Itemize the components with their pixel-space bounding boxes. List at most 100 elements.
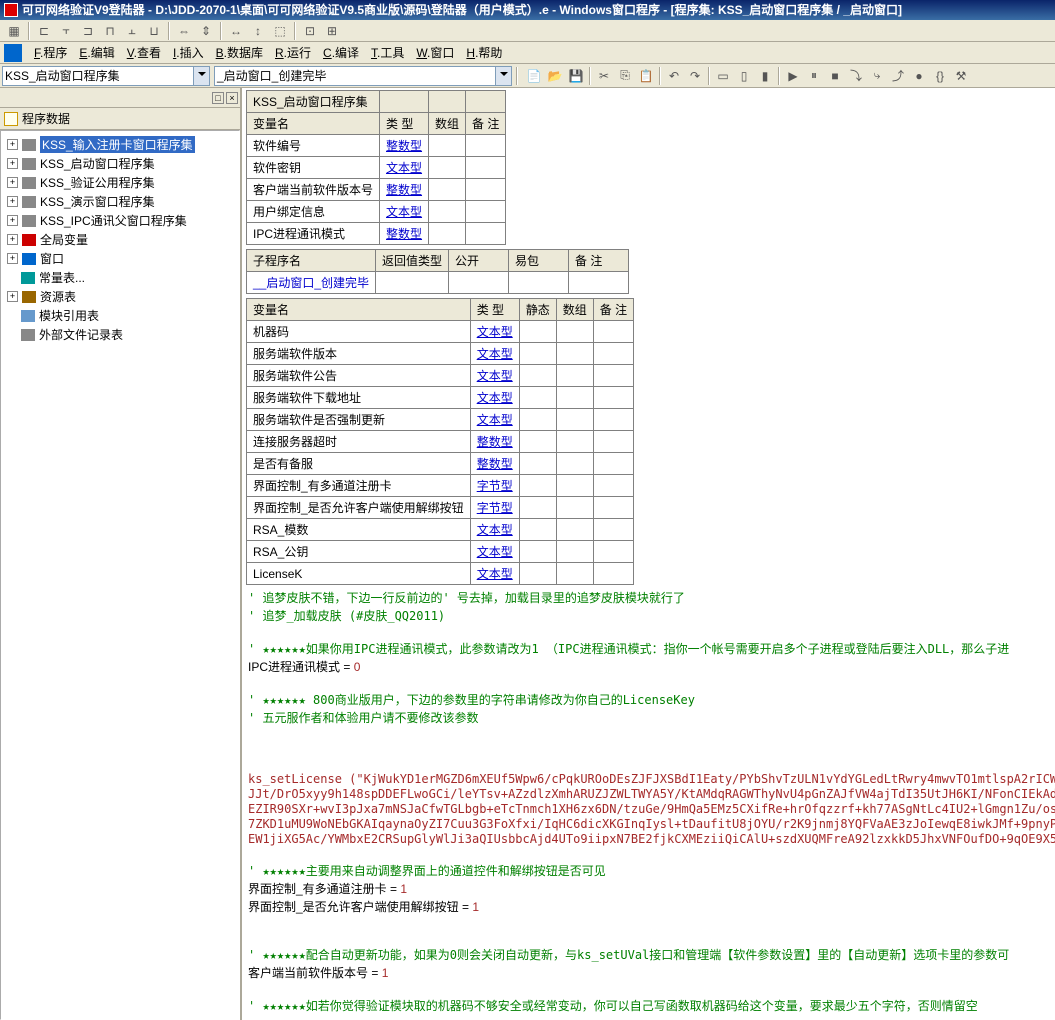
type-link[interactable]: 文本型: [477, 347, 513, 361]
run-icon[interactable]: ▶: [783, 67, 803, 85]
sub-combo[interactable]: _启动窗口_创建完毕: [214, 66, 512, 86]
expand-icon[interactable]: +: [7, 177, 18, 188]
expand-icon[interactable]: +: [7, 291, 18, 302]
align-left-icon[interactable]: ⊏: [34, 22, 54, 40]
tree-node[interactable]: +全局变量: [3, 230, 237, 249]
table-row[interactable]: IPC进程通讯模式整数型: [247, 223, 506, 245]
table-row[interactable]: 客户端当前软件版本号整数型: [247, 179, 506, 201]
chevron-down-icon[interactable]: [495, 67, 511, 85]
type-link[interactable]: 文本型: [477, 413, 513, 427]
table-row[interactable]: 服务端软件是否强制更新文本型: [247, 409, 634, 431]
step-over-icon[interactable]: ⤵: [846, 67, 866, 85]
tree-node[interactable]: +窗口: [3, 249, 237, 268]
code-editor[interactable]: KSS_启动窗口程序集变量名类 型数组备 注软件编号整数型软件密钥文本型客户端当…: [242, 88, 1055, 1020]
dist-h-icon[interactable]: ⇔: [174, 22, 194, 40]
table-row[interactable]: __启动窗口_创建完毕: [247, 272, 629, 294]
type-link[interactable]: 文本型: [477, 325, 513, 339]
expand-icon[interactable]: +: [7, 196, 18, 207]
menu-C.编译[interactable]: C.编译: [317, 44, 365, 62]
align-bottom-icon[interactable]: ⊔: [144, 22, 164, 40]
table-row[interactable]: 软件密钥文本型: [247, 157, 506, 179]
window-3-icon[interactable]: ▮: [755, 67, 775, 85]
tree-node[interactable]: +资源表: [3, 287, 237, 306]
menu-V.查看[interactable]: V.查看: [121, 44, 167, 62]
save-icon[interactable]: 💾: [566, 67, 586, 85]
chevron-down-icon[interactable]: [193, 67, 209, 85]
dist-v-icon[interactable]: ⇕: [196, 22, 216, 40]
tree-node[interactable]: 模块引用表: [3, 306, 237, 325]
table-row[interactable]: 连接服务器超时整数型: [247, 431, 634, 453]
open-icon[interactable]: 📂: [545, 67, 565, 85]
type-link[interactable]: 文本型: [477, 545, 513, 559]
table-row[interactable]: LicenseK文本型: [247, 563, 634, 585]
step-into-icon[interactable]: ⤷: [867, 67, 887, 85]
panel-pin-icon[interactable]: □: [212, 92, 224, 104]
tree-node[interactable]: +KSS_演示窗口程序集: [3, 192, 237, 211]
menu-F.程序[interactable]: F.程序: [28, 44, 73, 62]
undo-icon[interactable]: ↶: [664, 67, 684, 85]
table-row[interactable]: RSA_模数文本型: [247, 519, 634, 541]
expand-icon[interactable]: +: [7, 215, 18, 226]
assembly-combo[interactable]: KSS_启动窗口程序集: [2, 66, 210, 86]
panel-close-icon[interactable]: ×: [226, 92, 238, 104]
step-out-icon[interactable]: ⤴: [888, 67, 908, 85]
tree-node[interactable]: 常量表...: [3, 268, 237, 287]
expand-icon[interactable]: +: [7, 139, 18, 150]
table-row[interactable]: 服务端软件版本文本型: [247, 343, 634, 365]
type-link[interactable]: 文本型: [477, 369, 513, 383]
stop-icon[interactable]: ■: [825, 67, 845, 85]
new-icon[interactable]: 📄: [524, 67, 544, 85]
type-link[interactable]: 整数型: [386, 183, 422, 197]
tree-node[interactable]: 外部文件记录表: [3, 325, 237, 344]
align-top-icon[interactable]: ⊓: [100, 22, 120, 40]
window-1-icon[interactable]: ▭: [713, 67, 733, 85]
same-w-icon[interactable]: ↔: [226, 22, 246, 40]
layout-btn-1[interactable]: ▦: [4, 22, 24, 40]
table-row[interactable]: 是否有备服整数型: [247, 453, 634, 475]
expand-icon[interactable]: +: [7, 158, 18, 169]
same-h-icon[interactable]: ↕: [248, 22, 268, 40]
tree-node[interactable]: +KSS_输入注册卡窗口程序集: [3, 135, 237, 154]
menu-H.帮助[interactable]: H.帮助: [460, 44, 508, 62]
table-row[interactable]: 服务端软件公告文本型: [247, 365, 634, 387]
project-tree[interactable]: +KSS_输入注册卡窗口程序集+KSS_启动窗口程序集+KSS_验证公用程序集+…: [0, 130, 240, 1020]
tree-node[interactable]: +KSS_验证公用程序集: [3, 173, 237, 192]
align-center-v-icon[interactable]: ⫠: [122, 22, 142, 40]
menu-T.工具[interactable]: T.工具: [365, 44, 410, 62]
type-link[interactable]: 整数型: [477, 435, 513, 449]
table-row[interactable]: 界面控制_是否允许客户端使用解绑按钮字节型: [247, 497, 634, 519]
type-link[interactable]: 整数型: [386, 227, 422, 241]
type-link[interactable]: 字节型: [477, 479, 513, 493]
paste-icon[interactable]: 📋: [636, 67, 656, 85]
type-link[interactable]: 文本型: [386, 161, 422, 175]
window-2-icon[interactable]: ▯: [734, 67, 754, 85]
menu-E.编辑[interactable]: E.编辑: [73, 44, 120, 62]
braces-icon[interactable]: {}: [930, 67, 950, 85]
type-link[interactable]: 整数型: [477, 457, 513, 471]
center-h-icon[interactable]: ⊡: [300, 22, 320, 40]
type-link[interactable]: 文本型: [386, 205, 422, 219]
same-size-icon[interactable]: ⬚: [270, 22, 290, 40]
type-link[interactable]: 文本型: [477, 523, 513, 537]
table-row[interactable]: 用户绑定信息文本型: [247, 201, 506, 223]
sub-link[interactable]: __启动窗口_创建完毕: [253, 276, 369, 290]
cut-icon[interactable]: ✂: [594, 67, 614, 85]
align-center-h-icon[interactable]: ⫟: [56, 22, 76, 40]
type-link[interactable]: 文本型: [477, 567, 513, 581]
menu-B.数据库[interactable]: B.数据库: [210, 44, 269, 62]
expand-icon[interactable]: +: [7, 253, 18, 264]
pause-icon[interactable]: ⏸: [804, 67, 824, 85]
menu-W.窗口[interactable]: W.窗口: [410, 44, 460, 62]
copy-icon[interactable]: ⎘: [615, 67, 635, 85]
table-row[interactable]: 软件编号整数型: [247, 135, 506, 157]
center-v-icon[interactable]: ⊞: [322, 22, 342, 40]
tree-node[interactable]: +KSS_IPC通讯父窗口程序集: [3, 211, 237, 230]
table-row[interactable]: 服务端软件下载地址文本型: [247, 387, 634, 409]
table-row[interactable]: 界面控制_有多通道注册卡字节型: [247, 475, 634, 497]
type-link[interactable]: 整数型: [386, 139, 422, 153]
breakpoint-icon[interactable]: ●: [909, 67, 929, 85]
menu-R.运行[interactable]: R.运行: [269, 44, 317, 62]
menu-I.插入[interactable]: I.插入: [167, 44, 210, 62]
type-link[interactable]: 文本型: [477, 391, 513, 405]
table-row[interactable]: RSA_公钥文本型: [247, 541, 634, 563]
